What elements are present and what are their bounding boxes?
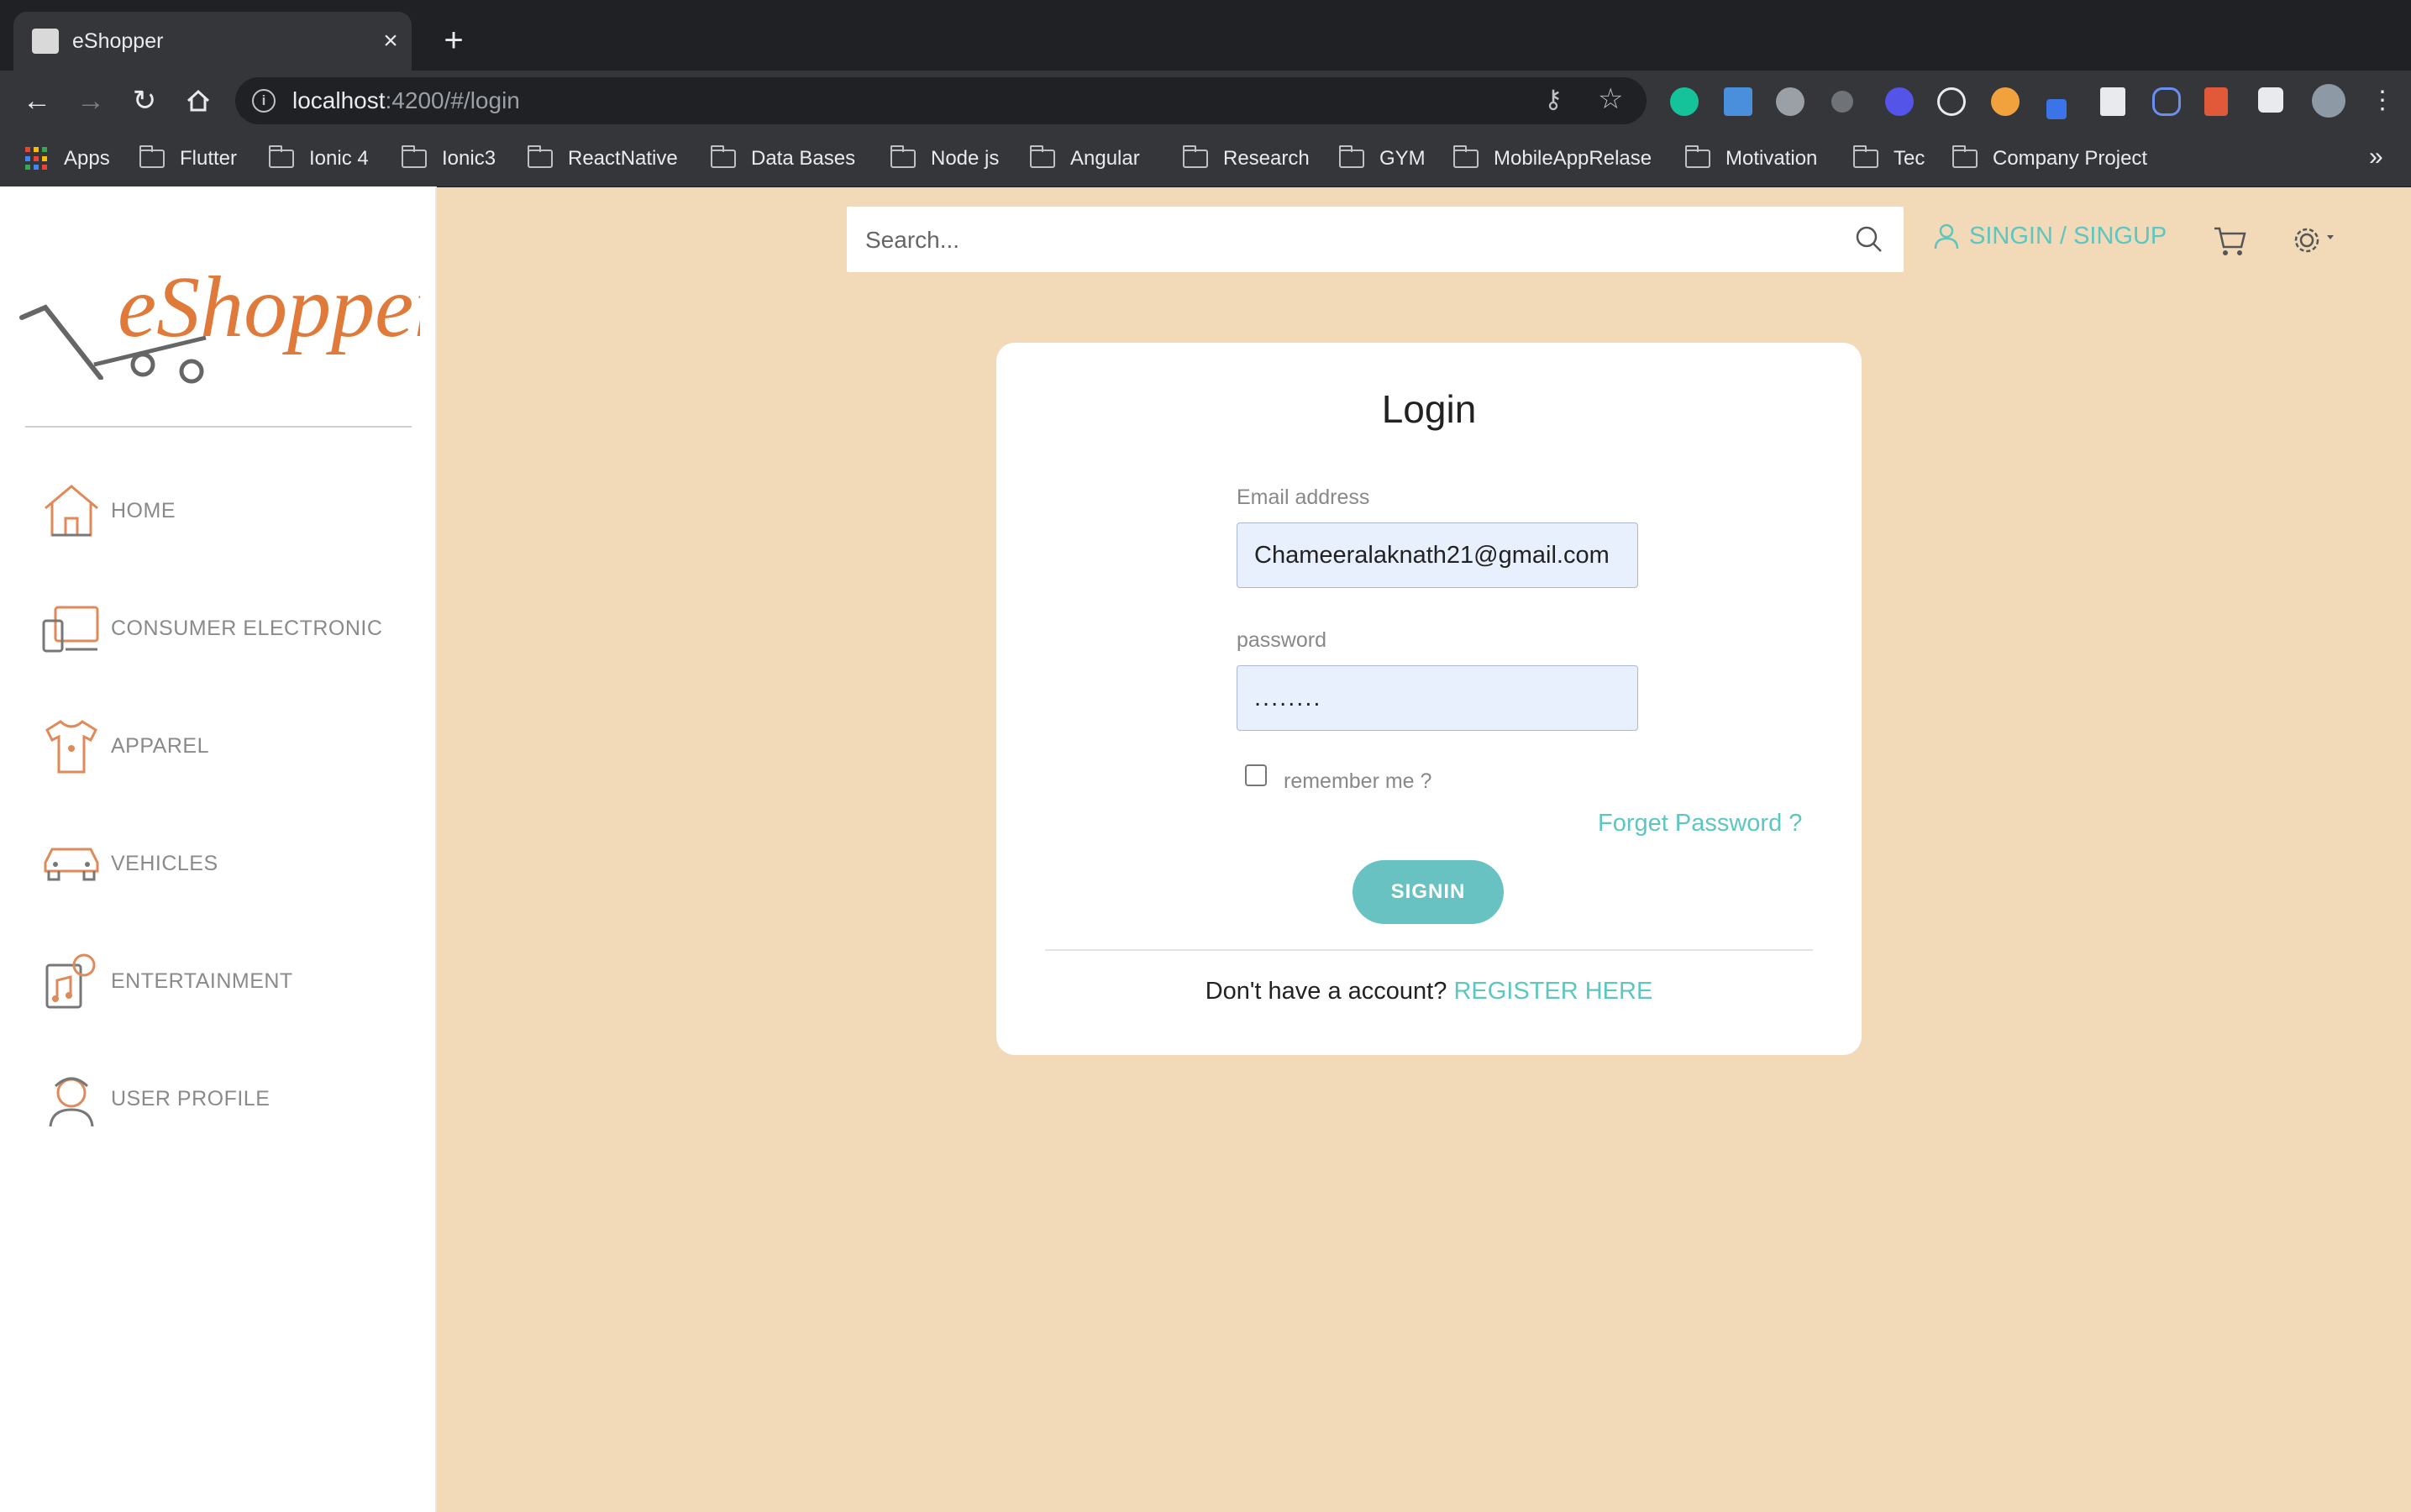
bookmark-folder[interactable]: Company Project: [1952, 144, 2147, 173]
browser-tab-bar: eShopper × +: [0, 0, 2411, 71]
bookmark-folder[interactable]: Flutter: [139, 144, 237, 173]
download-extension-icon[interactable]: [1724, 87, 1752, 116]
browser-tab[interactable]: eShopper ×: [13, 12, 412, 71]
menu-kebab-icon[interactable]: ⋮: [2364, 82, 2401, 119]
house-icon: [45, 485, 98, 537]
bookmark-folder[interactable]: GYM: [1339, 144, 1426, 173]
user-icon: [1934, 223, 1959, 249]
password-field[interactable]: [1237, 665, 1638, 731]
extension-icon[interactable]: [2100, 87, 2125, 116]
svg-text:eShopper: eShopper: [118, 259, 420, 355]
settings-gear-icon[interactable]: [2290, 222, 2344, 259]
bookmarks-bar: Apps Flutter Ionic 4 Ionic3 ReactNative …: [0, 131, 2411, 187]
sidebar-item-apparel[interactable]: APPAREL: [40, 712, 209, 780]
sidebar-item-user-profile[interactable]: USER PROFILE: [40, 1065, 270, 1132]
avatar[interactable]: [2312, 84, 2345, 118]
remember-me-checkbox[interactable]: [1245, 764, 1267, 786]
close-tab-icon[interactable]: ×: [376, 27, 405, 55]
folder-icon: [711, 145, 736, 168]
bookmark-star-icon[interactable]: ☆: [1598, 84, 1623, 114]
register-link[interactable]: REGISTER HERE: [1453, 978, 1652, 1005]
sidebar: eShopper HOME CONSUMER ELECTRONIC APPARE…: [0, 186, 448, 1512]
signin-button[interactable]: SIGNIN: [1353, 860, 1504, 924]
email-label: Email address: [1237, 486, 1370, 509]
folder-icon: [1453, 145, 1479, 168]
extension-icon[interactable]: [2204, 87, 2228, 116]
extension-icon[interactable]: [1991, 87, 2020, 116]
extension-icon[interactable]: [1831, 91, 1853, 113]
sidebar-item-consumer-electronic[interactable]: CONSUMER ELECTRONIC: [40, 595, 382, 662]
reload-icon[interactable]: ↻: [126, 82, 163, 119]
bookmarks-overflow-icon[interactable]: »: [2369, 143, 2383, 171]
sidebar-item-home[interactable]: HOME: [40, 477, 176, 544]
folder-icon: [1339, 145, 1364, 168]
bookmark-folder[interactable]: Ionic 4: [269, 144, 369, 173]
remember-me-label: remember me ?: [1284, 769, 1432, 793]
eshopper-logo[interactable]: eShopper: [17, 237, 448, 384]
folder-icon: [528, 145, 553, 168]
extension-icon[interactable]: [1885, 87, 1914, 116]
bookmark-folder[interactable]: Ionic3: [402, 144, 496, 173]
extension-icon[interactable]: [2046, 99, 2067, 119]
grammarly-extension-icon[interactable]: [1670, 87, 1699, 116]
sidebar-item-vehicles[interactable]: VEHICLES: [40, 830, 218, 897]
back-arrow-icon[interactable]: ←: [18, 82, 55, 119]
browser-toolbar: ← → ↻ i localhost:4200/#/login ⚷ ☆ ⋮: [0, 71, 2411, 131]
forgot-password-link[interactable]: Forget Password ?: [1598, 810, 1802, 837]
folder-icon: [1853, 145, 1878, 168]
password-label: password: [1237, 628, 1326, 652]
extension-icon[interactable]: [1776, 87, 1804, 116]
bookmark-folder[interactable]: MobileAppRelase: [1453, 144, 1652, 173]
gauge-extension-icon[interactable]: [1937, 87, 1966, 116]
bookmark-folder[interactable]: Data Bases: [711, 144, 855, 173]
bookmark-folder[interactable]: Research: [1183, 144, 1310, 173]
devices-icon: [42, 606, 99, 653]
favicon-icon: [32, 29, 59, 54]
folder-icon: [1183, 145, 1208, 168]
page-title: Login: [1381, 387, 1477, 431]
url-text[interactable]: localhost:4200/#/login: [292, 87, 520, 114]
extensions-puzzle-icon[interactable]: [2258, 87, 2283, 113]
car-icon: [44, 848, 99, 881]
person-icon: [49, 1077, 94, 1127]
bookmark-apps[interactable]: Apps: [25, 144, 110, 173]
register-prompt: Don't have a account? REGISTER HERE: [1205, 978, 1653, 1005]
folder-icon: [1685, 145, 1710, 168]
key-icon[interactable]: ⚷: [1544, 86, 1563, 114]
forward-arrow-icon[interactable]: →: [72, 82, 109, 119]
cart-icon[interactable]: [2211, 222, 2248, 259]
bookmark-folder[interactable]: ReactNative: [528, 144, 678, 173]
tab-title: eShopper: [72, 29, 164, 53]
address-bar[interactable]: i localhost:4200/#/login ⚷ ☆: [235, 77, 1647, 124]
login-card: Login Email address password remember me…: [996, 343, 1862, 1055]
music-icon: [45, 953, 96, 1009]
bookmark-folder[interactable]: Motivation: [1685, 144, 1817, 173]
site-info-icon[interactable]: i: [252, 89, 276, 113]
signin-signup-link[interactable]: SINGIN / SINGUP: [1932, 222, 2167, 250]
home-icon[interactable]: [180, 82, 217, 119]
search-bar: [847, 207, 1904, 272]
folder-icon: [1030, 145, 1055, 168]
apps-grid-icon: [25, 147, 49, 171]
folder-icon: [139, 145, 165, 168]
folder-icon: [402, 145, 427, 168]
search-icon[interactable]: [1853, 223, 1885, 255]
divider: [1045, 949, 1813, 951]
sidebar-item-entertainment[interactable]: ENTERTAINMENT: [40, 948, 293, 1015]
folder-icon: [890, 145, 916, 168]
bookmark-folder[interactable]: Tec: [1853, 144, 1925, 173]
link-extension-icon[interactable]: [2152, 87, 2181, 116]
email-field[interactable]: [1237, 522, 1638, 588]
folder-icon: [269, 145, 294, 168]
folder-icon: [1952, 145, 1978, 168]
bookmark-folder[interactable]: Node js: [890, 144, 999, 173]
search-input[interactable]: [864, 222, 1833, 259]
shirt-icon: [45, 720, 97, 774]
bookmark-folder[interactable]: Angular: [1030, 144, 1140, 173]
new-tab-button[interactable]: +: [435, 24, 472, 57]
divider: [25, 426, 412, 428]
